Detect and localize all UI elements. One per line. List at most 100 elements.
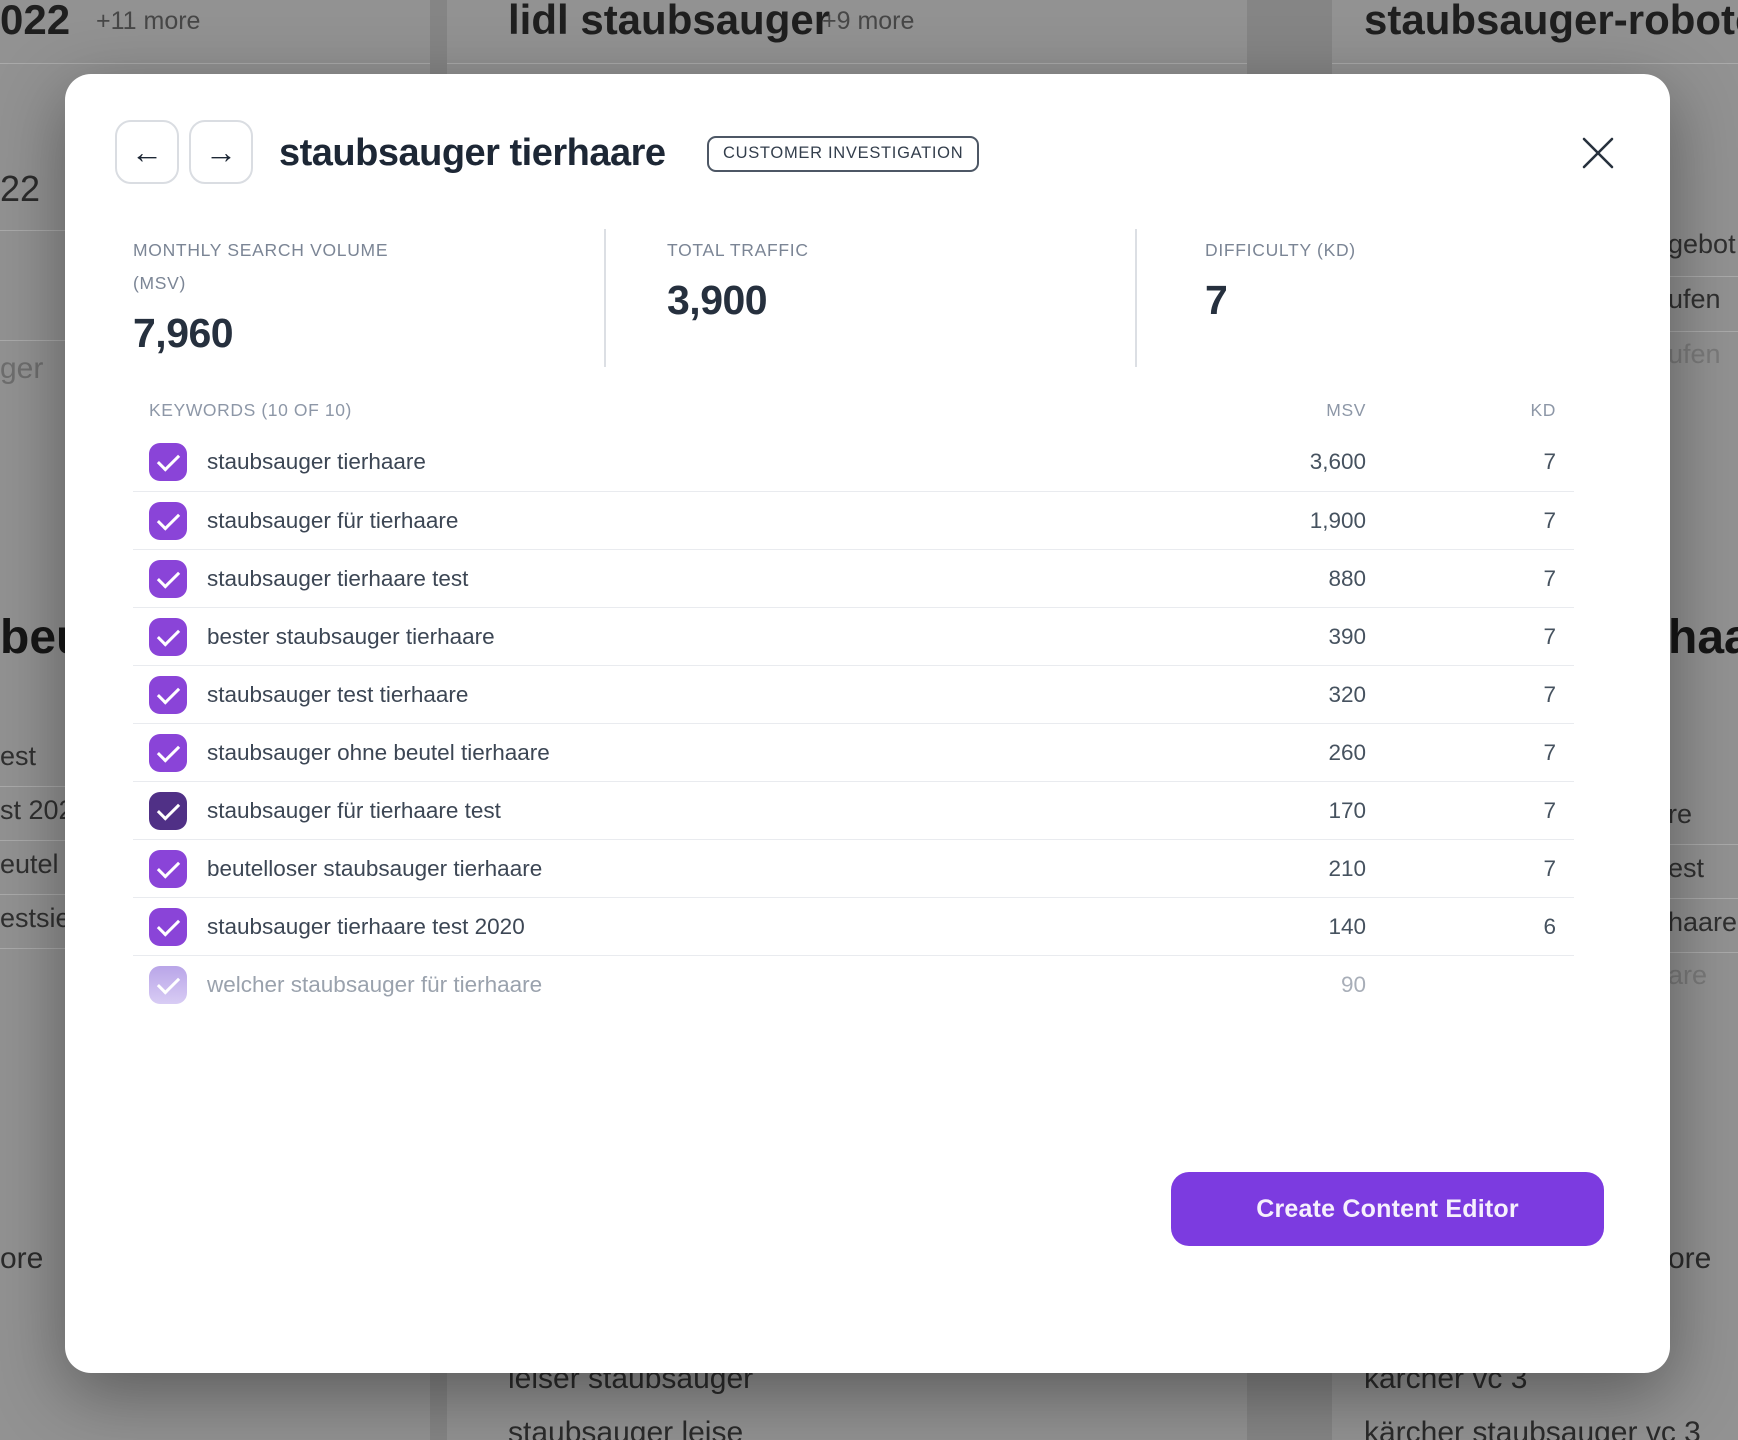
divider (1668, 898, 1738, 899)
table-row: staubsauger tierhaare test 2020 140 6 (133, 897, 1574, 955)
keyword-checkbox[interactable] (149, 734, 187, 772)
table-row: staubsauger ohne beutel tierhaare 260 7 (133, 723, 1574, 781)
divider (604, 229, 606, 367)
background-text-fragment: haare (1668, 906, 1737, 940)
arrow-right-icon: → (205, 134, 237, 171)
kd-value: 7 (1366, 449, 1556, 475)
table-row: staubsauger für tierhaare test 170 7 (133, 781, 1574, 839)
msv-value: 880 (1216, 566, 1366, 592)
forward-button[interactable]: → (189, 120, 253, 184)
background-text-fragment: eutel (0, 848, 59, 882)
kd-value: 6 (1366, 914, 1556, 940)
kd-value: 7 (1366, 624, 1556, 650)
background-text-fragment: ger (0, 350, 43, 388)
stat-label: DIFFICULTY (KD) (1205, 234, 1356, 267)
divider (1668, 952, 1738, 953)
divider (1668, 331, 1738, 332)
close-button[interactable] (1571, 126, 1625, 180)
keyword-label: staubsauger für tierhaare test (207, 798, 1216, 824)
background-text-fragment: staubsauger-roboter (1364, 0, 1738, 47)
stat-value: 3,900 (667, 277, 809, 324)
background-text-fragment: st 202 (0, 794, 68, 828)
msv-column-header: MSV (1216, 400, 1366, 421)
msv-value: 140 (1216, 914, 1366, 940)
table-row: staubsauger tierhaare test 880 7 (133, 549, 1574, 607)
background-text-fragment: 022 (0, 0, 70, 47)
divider (0, 840, 65, 841)
table-row: beutelloser staubsauger tierhaare 210 7 (133, 839, 1574, 897)
background-text-fragment: staubsauger leise (508, 1414, 743, 1440)
keyword-checkbox[interactable] (149, 908, 187, 946)
background-text-fragment: lidl staubsauger (508, 0, 830, 47)
background-text-fragment: estsie (0, 902, 68, 936)
background-text-fragment: haa (1668, 608, 1738, 668)
background-text-fragment: 22 (0, 166, 40, 211)
keyword-checkbox[interactable] (149, 443, 187, 481)
background-text-fragment: ufen (1668, 283, 1721, 317)
background-text-fragment: ufen (1668, 338, 1721, 372)
close-icon (1580, 135, 1616, 171)
divider (0, 948, 65, 949)
kd-value: 7 (1366, 508, 1556, 534)
keyword-label: beutelloser staubsauger tierhaare (207, 856, 1216, 882)
divider (1332, 63, 1738, 64)
divider (1668, 276, 1738, 277)
keyword-label: staubsauger ohne beutel tierhaare (207, 740, 1216, 766)
screen: 022 +11 more lidl staubsauger+9 more staubs… (0, 0, 1738, 1440)
divider (447, 63, 1247, 64)
table-row: staubsauger test tierhaare 320 7 (133, 665, 1574, 723)
kd-column-header: KD (1366, 400, 1556, 421)
background-text-fragment: est (0, 740, 36, 774)
stat-msv: MONTHLY SEARCH VOLUME (MSV) 7,960 (133, 234, 418, 357)
table-row: staubsauger tierhaare 3,600 7 (133, 433, 1574, 491)
background-text-fragment: ore (1668, 1240, 1711, 1278)
background-text-fragment: kärcher staubsauger vc 3 (1364, 1414, 1701, 1440)
kd-value: 7 (1366, 566, 1556, 592)
background-text-fragment: ore (0, 1240, 43, 1278)
keyword-label: staubsauger tierhaare test 2020 (207, 914, 1216, 940)
divider (1668, 844, 1738, 845)
divider (0, 230, 65, 231)
keyword-checkbox[interactable] (149, 850, 187, 888)
divider (0, 894, 65, 895)
background-text-fragment: +9 more (822, 6, 914, 37)
keyword-checkbox[interactable] (149, 676, 187, 714)
kd-value: 7 (1366, 740, 1556, 766)
msv-value: 1,900 (1216, 508, 1366, 534)
back-button[interactable]: ← (115, 120, 179, 184)
keyword-label: staubsauger für tierhaare (207, 508, 1216, 534)
arrow-left-icon: ← (131, 134, 163, 171)
keyword-checkbox[interactable] (149, 792, 187, 830)
keyword-label: bester staubsauger tierhaare (207, 624, 1216, 650)
divider (0, 786, 65, 787)
kd-value: 7 (1366, 856, 1556, 882)
keyword-checkbox[interactable] (149, 966, 187, 1004)
stat-label: TOTAL TRAFFIC (667, 234, 809, 267)
background-text-fragment: gebot (1668, 228, 1736, 262)
customer-investigation-badge: CUSTOMER INVESTIGATION (707, 136, 979, 172)
keywords-table-header: KEYWORDS (10 OF 10) MSV KD (133, 392, 1574, 428)
stat-value: 7,960 (133, 310, 418, 357)
kd-value: 7 (1366, 798, 1556, 824)
keyword-detail-modal: ← → staubsauger tierhaare CUSTOMER INVES… (65, 74, 1670, 1373)
modal-title: staubsauger tierhaare (279, 132, 666, 175)
msv-value: 90 (1216, 972, 1366, 998)
background-text-fragment: +11 more (96, 6, 200, 37)
msv-value: 170 (1216, 798, 1366, 824)
msv-value: 3,600 (1216, 449, 1366, 475)
stat-value: 7 (1205, 277, 1356, 324)
keyword-checkbox[interactable] (149, 560, 187, 598)
table-row: welcher staubsauger für tierhaare 90 (133, 955, 1574, 1013)
create-content-editor-button[interactable]: Create Content Editor (1171, 1172, 1604, 1246)
keyword-checkbox[interactable] (149, 618, 187, 656)
keyword-label: staubsauger tierhaare (207, 449, 1216, 475)
background-text-fragment: are (1668, 959, 1707, 993)
keyword-checkbox[interactable] (149, 502, 187, 540)
msv-value: 390 (1216, 624, 1366, 650)
background-text-fragment: re (1668, 798, 1692, 832)
stat-difficulty: DIFFICULTY (KD) 7 (1205, 234, 1356, 324)
msv-value: 320 (1216, 682, 1366, 708)
divider (1135, 229, 1137, 367)
divider (0, 63, 430, 64)
table-row: bester staubsauger tierhaare 390 7 (133, 607, 1574, 665)
